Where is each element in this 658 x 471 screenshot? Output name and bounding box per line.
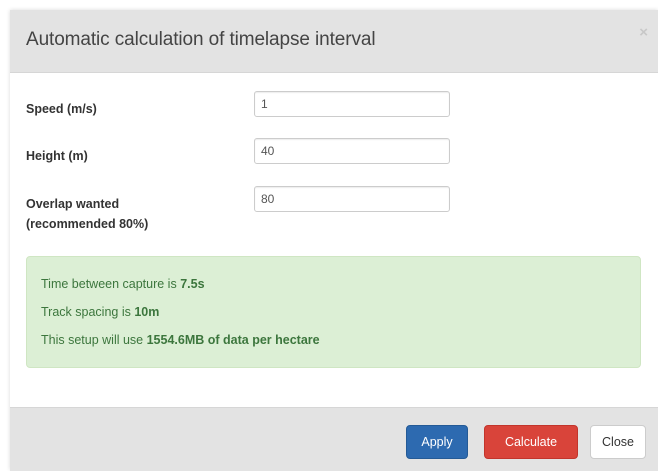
data-usage-value: 1554.6MB of data per hectare <box>146 333 320 347</box>
track-spacing-value: 10m <box>134 305 160 319</box>
height-label: Height (m) <box>26 149 88 163</box>
capture-interval-value: 7.5s <box>180 277 205 291</box>
close-button[interactable]: Close <box>590 425 646 459</box>
dialog-header: Automatic calculation of timelapse inter… <box>10 10 658 73</box>
timelapse-dialog: Automatic calculation of timelapse inter… <box>10 10 658 471</box>
overlap-label: Overlap wanted (recommended 80%) <box>26 197 149 231</box>
speed-input[interactable] <box>254 91 450 117</box>
calculate-button[interactable]: Calculate <box>484 425 578 459</box>
result-alert: Time between capture is 7.5s Track spaci… <box>26 256 641 368</box>
dialog-title: Automatic calculation of timelapse inter… <box>26 29 376 50</box>
track-spacing-text: Track spacing is 10m <box>41 305 160 319</box>
close-icon[interactable]: × <box>639 24 648 41</box>
apply-button[interactable]: Apply <box>406 425 468 459</box>
dialog-footer: Apply Calculate Close <box>10 407 658 471</box>
height-input[interactable] <box>254 138 450 164</box>
capture-interval-text: Time between capture is 7.5s <box>41 277 205 291</box>
overlap-input[interactable] <box>254 186 450 212</box>
data-usage-text: This setup will use 1554.6MB of data per… <box>41 333 320 347</box>
speed-label: Speed (m/s) <box>26 102 97 116</box>
